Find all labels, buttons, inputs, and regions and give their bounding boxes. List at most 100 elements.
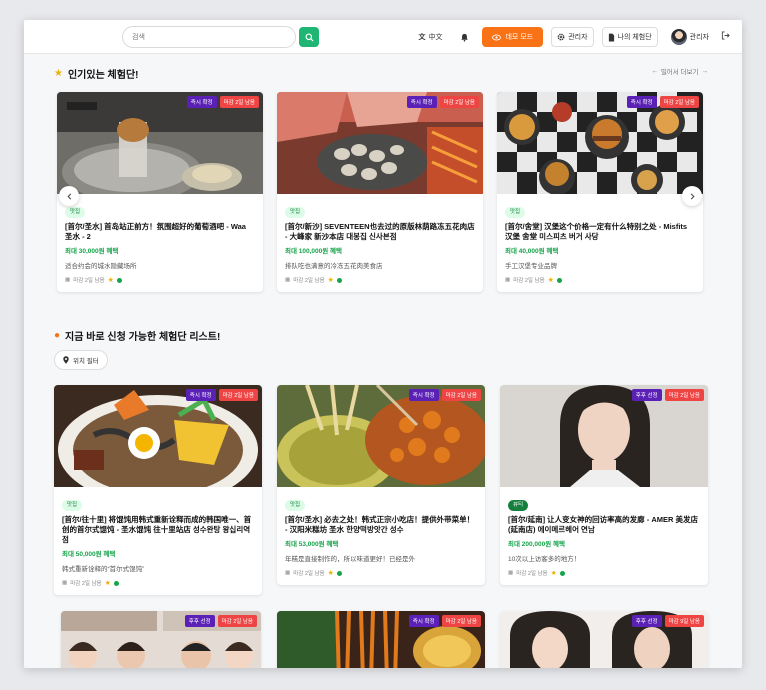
instant-confirm-badge: 즉시 확정 — [185, 389, 216, 401]
card-description: 排队吃也满意的冷冻五花肉美食店 — [285, 263, 383, 270]
card-badges: 후후 선정 마감 2일 남음 — [184, 615, 257, 627]
category-tag: 맛집 — [65, 207, 86, 218]
popular-section-title: ★ 인기있는 체험단! — [54, 68, 139, 81]
card-benefit: 최대 30,000원 혜택 — [65, 248, 119, 255]
popular-card[interactable]: 즉시 확정 마감 2일 남음 맛집 [首尔/新沙] SEVENTEEN也去过的原… — [277, 92, 483, 292]
calendar-icon: ▦ — [505, 277, 511, 283]
category-tag: 뷰티 — [508, 500, 529, 511]
card-description: 10次以上访客多的地方！ — [508, 556, 581, 563]
deadline-badge: 마감 2일 남음 — [439, 96, 479, 108]
review-select-badge: 후후 선정 — [184, 615, 215, 627]
card-title: [首尔/舍堂] 汉堡这个价格一定有什么特别之处 - Misfits 汉堡 舍堂 … — [505, 222, 688, 241]
popular-card[interactable]: 즉시 확정 마감 2일 남음 맛집 [首尔/圣水] 首岛站正前方！氛围超好的葡萄… — [57, 92, 263, 292]
avatar — [670, 29, 687, 45]
card-title: [首尔/圣水] 必去之处！韩式正宗小吃店！提供外带菜单！ - 汉阳米糕坊 圣水 … — [285, 515, 475, 534]
calendar-icon: ▦ — [62, 580, 68, 586]
deadline-badge: 마감 2일 남음 — [441, 389, 481, 401]
admin-button[interactable]: 관리자 — [551, 27, 594, 47]
language-switch[interactable]: 文 中文 — [413, 27, 447, 47]
deadline-text: 마감 2일 남음 — [73, 278, 105, 284]
card-description: 适合约会的城水隐藏场所 — [65, 263, 137, 270]
card-description: 手工汉堡专业品牌 — [505, 263, 557, 270]
star-icon: ★ — [327, 277, 334, 284]
notification-button[interactable] — [455, 27, 474, 47]
star-icon: ★ — [54, 68, 63, 79]
available-section-title: ● 지금 바로 신청 가능한 체험단 리스트! — [54, 330, 221, 343]
calendar-icon: ▦ — [285, 570, 291, 576]
instant-confirm-badge: 즉시 확정 — [406, 96, 437, 108]
my-campaigns-button[interactable]: 나의 체험단 — [601, 27, 658, 47]
card-benefit: 최대 100,000원 혜택 — [285, 248, 343, 255]
campaign-card[interactable]: 후후 선정 마감 9일 남음 — [500, 611, 708, 668]
admin-label: 관리자 — [568, 34, 588, 41]
document-icon — [608, 33, 614, 41]
deadline-badge: 마감 2일 남음 — [659, 96, 699, 108]
category-tag: 맛집 — [62, 500, 83, 511]
popular-card[interactable]: 즉시 확정 마감 2일 남음 맛집 [首尔/舍堂] 汉堡这个价格一定有什么特别之… — [497, 92, 703, 292]
arrow-right-icon: → — [701, 67, 709, 75]
user-menu[interactable]: 관리자 — [666, 27, 714, 47]
card-badges: 즉시 확정 마감 2일 남음 — [408, 389, 481, 401]
campaign-card[interactable]: 즉시 확정 마감 2일 남음 — [277, 611, 485, 668]
card-badges: 즉시 확정 마감 2일 남음 — [408, 615, 481, 627]
language-label: 中文 — [428, 34, 443, 41]
instant-confirm-badge: 즉시 확정 — [408, 389, 439, 401]
search-button[interactable] — [299, 27, 319, 47]
card-thumbnail: 즉시 확정 마감 2일 남음 — [277, 385, 485, 487]
nav-actions: 文 中文 데모 모드 관리자 나의 체험단 관리자 — [413, 27, 714, 47]
card-badges: 후후 선정 마감 9일 남음 — [631, 615, 704, 627]
chevron-left-icon — [66, 193, 71, 199]
search-icon — [304, 32, 314, 42]
location-filter-button[interactable]: 위치 필터 — [54, 350, 108, 370]
card-benefit: 최대 40,000원 혜택 — [505, 248, 559, 255]
card-thumbnail: 즉시 확정 마감 2일 남음 — [497, 92, 703, 194]
chevron-right-icon — [690, 193, 695, 199]
map-pin-icon — [63, 356, 69, 364]
star-icon: ★ — [550, 570, 557, 577]
card-meta: ▦ 마감 2일 남음 ★ — [508, 569, 700, 577]
deadline-badge: 마감 2일 남음 — [441, 615, 481, 627]
review-select-badge: 후후 선정 — [631, 615, 662, 627]
card-title: [首尔/圣水] 首岛站正前方！氛围超好的葡萄酒吧 - Waa 圣水 - 2 — [65, 222, 246, 241]
my-campaigns-label: 나의 체험단 — [617, 34, 652, 41]
category-tag: 맛집 — [285, 207, 306, 218]
campaign-card[interactable]: 후후 선정 마감 2일 남음 — [61, 611, 261, 668]
card-thumbnail: 후후 선정 마감 2일 남음 — [500, 385, 708, 487]
instant-confirm-badge: 즉시 확정 — [408, 615, 439, 627]
demo-mode-button[interactable]: 데모 모드 — [482, 27, 544, 47]
card-thumbnail: 후후 선정 마감 2일 남음 — [61, 611, 261, 668]
deadline-badge: 마감 2일 남음 — [218, 389, 258, 401]
card-badges: 즉시 확정 마감 2일 남음 — [626, 96, 699, 108]
card-thumbnail: 즉시 확정 마감 2일 남음 — [277, 92, 483, 194]
deadline-text: 마감 2일 남음 — [293, 571, 325, 577]
carousel-next-button[interactable] — [682, 186, 702, 206]
star-icon: ★ — [547, 277, 554, 284]
swipe-more-link[interactable]: ← 밀어서 더보기 → — [651, 66, 709, 77]
campaign-card[interactable]: 즉시 확정 마감 2일 남음 맛집 [首尔/圣水] 必去之处！韩式正宗小吃店！提… — [277, 385, 485, 585]
logout-icon[interactable] — [721, 31, 730, 40]
status-dot-icon — [336, 570, 342, 576]
card-description: 韩式重新诠释的“首尔式馄饨” — [62, 566, 145, 573]
card-meta: ▦ 마감 2일 남음 ★ — [62, 579, 254, 587]
app-window: 文 中文 데모 모드 관리자 나의 체험단 관리자 — [24, 20, 742, 668]
card-benefit: 최대 53,000원 혜택 — [285, 541, 339, 548]
deadline-text: 마감 2일 남음 — [516, 571, 548, 577]
translate-icon: 文 — [418, 34, 426, 41]
star-icon: ★ — [104, 580, 111, 587]
card-thumbnail: 즉시 확정 마감 2일 남음 — [277, 611, 485, 668]
card-badges: 즉시 확정 마감 2일 남음 — [185, 389, 258, 401]
status-dot-icon — [116, 277, 122, 283]
card-meta: ▦ 마감 2일 남음 ★ — [285, 276, 475, 284]
card-meta: ▦ 마감 2일 남음 ★ — [285, 569, 477, 577]
arrow-left-icon: ← — [651, 67, 658, 75]
carousel-prev-button[interactable] — [59, 186, 79, 206]
search-input[interactable] — [122, 26, 296, 48]
deadline-badge: 마감 9일 남음 — [664, 615, 704, 627]
calendar-icon: ▦ — [65, 277, 71, 283]
status-dot-icon — [556, 277, 562, 283]
review-select-badge: 후후 선정 — [631, 389, 662, 401]
category-tag: 맛집 — [505, 207, 526, 218]
user-name: 관리자 — [689, 34, 709, 41]
campaign-card[interactable]: 후후 선정 마감 2일 남음 뷰티 [首尔/延南] 让人变女神的回访率高的发廊 … — [500, 385, 708, 585]
campaign-card[interactable]: 즉시 확정 마감 2일 남음 맛집 [首尔/往十里] 将馄饨用韩式重新诠释而成的… — [54, 385, 262, 595]
